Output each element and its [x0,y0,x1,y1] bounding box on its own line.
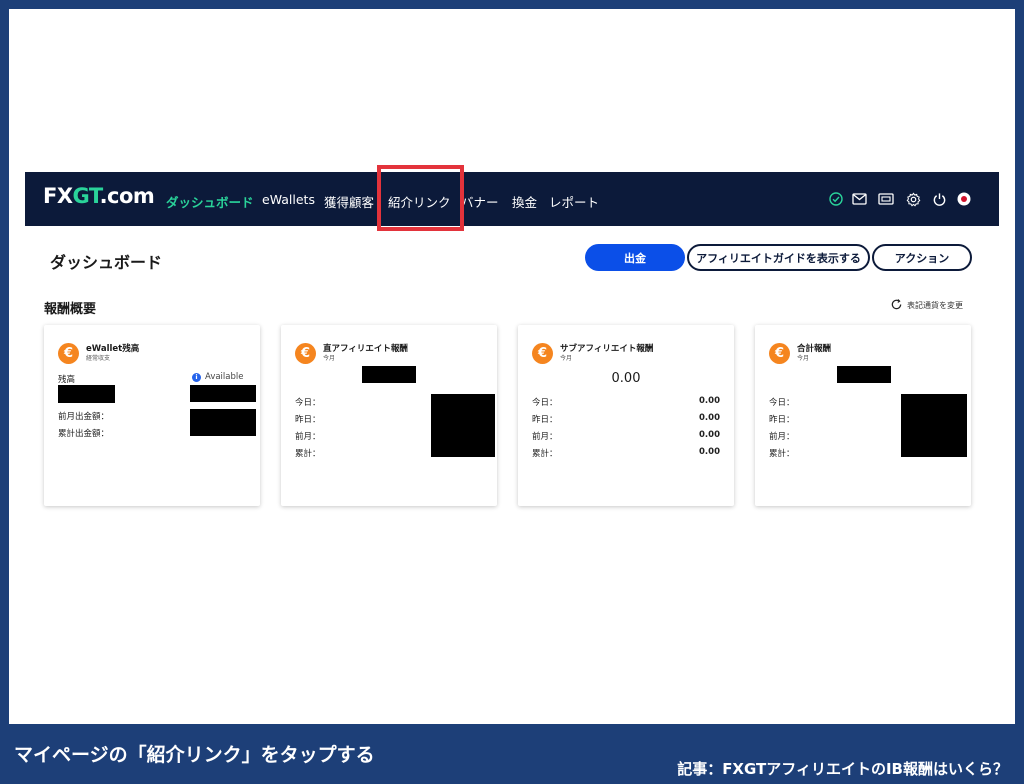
currency-toggle-label: 表記通貨を変更 [907,301,963,310]
row-label: 前月： [769,432,795,442]
check-circle-icon[interactable] [827,190,845,208]
row-label: 累計： [769,449,795,459]
row-label: 昨日： [532,415,558,425]
page-title: ダッシュボード [50,253,163,272]
card-subtitle: 今月 [560,355,573,362]
row-value: 0.00 [699,413,720,423]
redacted-balance [58,385,115,403]
summary-title: 報酬概要 [44,302,97,317]
withdraw-button[interactable]: 出金 [585,244,685,271]
card-subtitle: 経常収支 [86,355,111,362]
card-title: サブアフィリエイト報酬 [560,344,654,354]
available-label: Available [205,372,244,382]
nav-acquired-clients[interactable]: 獲得顧客 [324,192,374,211]
nav-exchange[interactable]: 換金 [512,192,537,211]
row-label: 累計： [295,449,321,459]
card-subtitle: 今月 [323,355,336,362]
euro-icon: € [532,343,553,364]
total-withdrawal-label: 累計出金額： [58,429,110,439]
balance-label: 残高 [58,375,76,385]
refresh-icon [890,298,903,313]
row-label: 昨日： [769,415,795,425]
redacted-values [431,394,495,457]
sub-affiliate-amount: 0.00 [611,371,641,386]
euro-icon: € [58,343,79,364]
row-label: 前月： [532,432,558,442]
japan-flag-icon[interactable] [955,190,973,208]
row-label: 今日： [295,398,321,408]
row-value: 0.00 [699,396,720,406]
mail-icon[interactable] [850,190,868,208]
redacted-available [190,385,256,402]
row-label: 今日： [532,398,558,408]
nav-report[interactable]: レポート [549,192,599,211]
top-navbar: FXGT.com ダッシュボード eWallets 獲得顧客 紹介リンク バナー… [25,172,999,226]
article-caption: 記事：FXGTアフィリエイトのIB報酬はいくら？ [677,760,1008,778]
row-label: 累計： [532,449,558,459]
redacted-amount [362,366,416,383]
instruction-caption: マイページの「紹介リンク」をタップする [14,744,375,766]
info-icon: i [192,372,201,382]
ewallet-balance-card: € eWallet残高 経常収支 残高 i Available 前月出金額： 累… [44,325,260,506]
sub-affiliate-card: € サブアフィリエイト報酬 今月 0.00 今日： 0.00 昨日： 0.00 … [518,325,734,506]
card-subtitle: 今月 [797,355,810,362]
nav-dashboard[interactable]: ダッシュボード [166,192,254,211]
row-value: 0.00 [699,447,720,457]
redacted-withdrawals [190,409,256,436]
fxgt-logo[interactable]: FXGT.com [43,184,155,208]
euro-icon: € [295,343,316,364]
total-reward-card: € 合計報酬 今月 今日： 昨日： 前月： 累計： [755,325,971,506]
currency-toggle[interactable]: 表記通貨を変更 [890,298,963,313]
gear-icon[interactable] [904,190,922,208]
row-label: 昨日： [295,415,321,425]
affiliate-guide-button[interactable]: アフィリエイトガイドを表示する [687,244,870,271]
available-indicator: i Available [192,372,243,382]
row-label: 前月： [295,432,321,442]
redacted-amount [837,366,891,383]
referral-link-highlight [377,165,464,231]
action-button[interactable]: アクション [872,244,972,271]
nav-ewallets[interactable]: eWallets [262,192,315,207]
redacted-values [901,394,967,457]
nav-banner[interactable]: バナー [461,192,499,211]
direct-affiliate-card: € 直アフィリエイト報酬 今月 今日： 昨日： 前月： 累計： [281,325,497,506]
row-value: 0.00 [699,430,720,440]
euro-icon: € [769,343,790,364]
row-label: 今日： [769,398,795,408]
power-icon[interactable] [930,190,948,208]
card-title: 直アフィリエイト報酬 [323,344,408,354]
caption-bar: マイページの「紹介リンク」をタップする 記事：FXGTアフィリエイトのIB報酬は… [0,724,1024,784]
last-month-withdrawal-label: 前月出金額： [58,412,110,422]
wallet-icon[interactable] [877,190,895,208]
